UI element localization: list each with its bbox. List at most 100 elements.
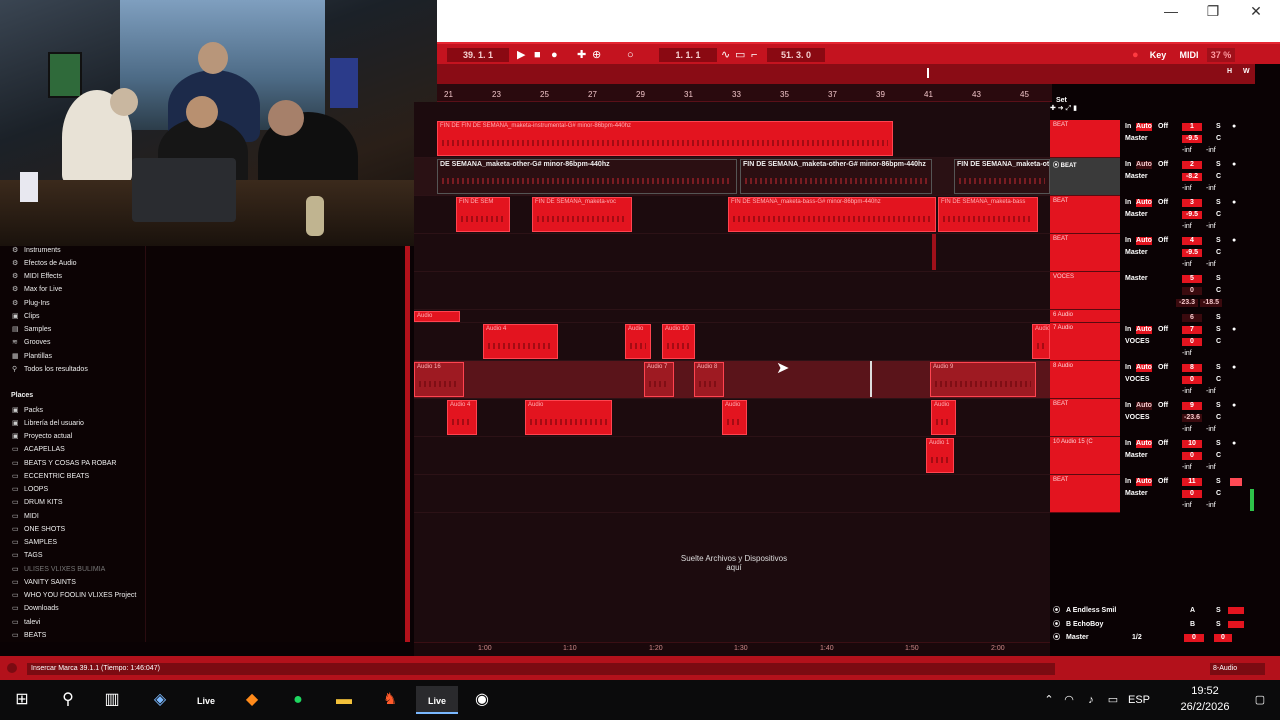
automation-icon[interactable]: ⊕	[592, 48, 601, 62]
track-header[interactable]: ⦿ BEAT	[1050, 158, 1120, 196]
task-view-icon[interactable]: ▥	[96, 686, 128, 714]
audio-clip[interactable]: Audio	[1032, 324, 1050, 359]
volume-field[interactable]: -23.6	[1182, 414, 1202, 422]
return-fold-icon[interactable]: ⦿	[1053, 618, 1060, 631]
output-routing[interactable]: Master	[1125, 211, 1148, 218]
volume-field[interactable]: 0	[1182, 338, 1202, 346]
track-activator[interactable]: 4	[1182, 237, 1202, 245]
clock-date[interactable]: 26/2/2026	[1170, 701, 1240, 713]
overview-h[interactable]: H	[1227, 68, 1232, 75]
solo-button[interactable]: S	[1216, 161, 1221, 168]
pan-field[interactable]: C	[1216, 490, 1221, 497]
track-lane[interactable]	[414, 234, 1050, 272]
overview-w[interactable]: W	[1243, 68, 1250, 75]
copilot-icon[interactable]: ◈	[144, 686, 176, 714]
pan-field[interactable]: C	[1216, 173, 1221, 180]
place-item[interactable]: ▭ Downloads	[12, 604, 59, 612]
place-item[interactable]: ▣ Librería del usuario	[12, 419, 84, 427]
audio-clip[interactable]: Audio	[414, 311, 460, 322]
track-lane[interactable]: Audio 4 Audio Audio Audio	[414, 399, 1050, 437]
arrangement-overview[interactable]: H W	[437, 64, 1255, 84]
input-off-button[interactable]: Off	[1158, 237, 1168, 244]
track-lane[interactable]: FIN DE FIN DE SEMANA_maketa-instrumental…	[414, 120, 1050, 158]
output-routing[interactable]: VOCES	[1125, 376, 1150, 383]
notifications-icon[interactable]: ▢	[1248, 680, 1272, 720]
minimize-button[interactable]: —	[1149, 0, 1193, 22]
output-routing[interactable]: Master	[1125, 490, 1148, 497]
track-lane[interactable]: Audio	[414, 310, 1050, 323]
browser-category-max-for-live[interactable]: ⚙ Max for Live	[12, 285, 62, 293]
record-icon[interactable]: ●	[551, 48, 558, 62]
input-auto-button[interactable]: Auto	[1136, 237, 1152, 245]
input-in-button[interactable]: In	[1125, 364, 1131, 371]
output-routing[interactable]: Master	[1125, 452, 1148, 459]
close-button[interactable]: ✕	[1234, 0, 1278, 22]
volume-field[interactable]: 0	[1182, 490, 1202, 498]
volume-field[interactable]: -9.5	[1182, 135, 1202, 143]
browser-category-all-results[interactable]: ⚲ Todos los resultados	[12, 365, 88, 373]
output-routing[interactable]: Master	[1125, 275, 1148, 282]
track-lane[interactable]	[414, 272, 1050, 310]
draw-mode-icon[interactable]: ∿	[721, 48, 730, 62]
input-in-button[interactable]: In	[1125, 199, 1131, 206]
pan-field[interactable]: C	[1216, 249, 1221, 256]
clock-time[interactable]: 19:52	[1170, 685, 1240, 697]
input-auto-button[interactable]: Auto	[1136, 402, 1152, 410]
input-auto-button[interactable]: Auto	[1136, 199, 1152, 207]
audio-clip[interactable]: Audio	[931, 400, 956, 435]
solo-button[interactable]: S	[1216, 478, 1221, 485]
input-off-button[interactable]: Off	[1158, 326, 1168, 333]
loop-start[interactable]: 1. 1. 1	[659, 48, 717, 62]
input-off-button[interactable]: Off	[1158, 199, 1168, 206]
envelope-icon[interactable]: ⌐	[751, 48, 757, 62]
search-icon[interactable]: ⚲	[52, 686, 84, 714]
audio-clip[interactable]: FIN DE SEMANA_maketa-ot	[954, 159, 1050, 194]
browser-category-grooves[interactable]: ≋ Grooves	[12, 338, 50, 346]
place-item[interactable]: ▭ VANITY SAINTS	[12, 578, 76, 586]
browser-category-clips[interactable]: ▣ Clips	[12, 312, 40, 320]
input-in-button[interactable]: In	[1125, 161, 1131, 168]
track-lane[interactable]: Audio 4 Audio Audio 10 Audio	[414, 323, 1050, 361]
track-activator[interactable]: 1	[1182, 123, 1202, 131]
place-item[interactable]: ▭ BEATS Y COSAS PA ROBAR	[12, 459, 116, 467]
output-routing[interactable]: Master	[1125, 173, 1148, 180]
arm-icon[interactable]: ●	[1232, 326, 1236, 333]
track-header[interactable]: 6 Audio	[1050, 310, 1120, 323]
play-icon[interactable]: ▶	[517, 48, 525, 62]
track-header[interactable]: BEAT	[1050, 399, 1120, 437]
track-header[interactable]: BEAT	[1050, 120, 1120, 158]
audio-clip[interactable]: FIN DE FIN DE SEMANA_maketa-instrumental…	[437, 121, 893, 156]
master-fold-icon[interactable]: ⦿	[1053, 631, 1060, 644]
track-header[interactable]: BEAT	[1050, 196, 1120, 234]
tray-overflow-icon[interactable]: ⌃	[1040, 680, 1058, 720]
track-activator[interactable]: 7	[1182, 326, 1202, 334]
audio-clip[interactable]: Audio 4	[447, 400, 477, 435]
arm-button[interactable]	[1230, 478, 1242, 486]
track-lane[interactable]: DE SEMANA_maketa-other-G# minor-86bpm-44…	[414, 158, 1050, 196]
input-in-button[interactable]: In	[1125, 478, 1131, 485]
place-item[interactable]: ▭ WHO YOU FOOLIN VLIXES Project	[12, 591, 136, 599]
solo-button[interactable]: S	[1216, 314, 1221, 321]
input-in-button[interactable]: In	[1125, 326, 1131, 333]
browser-category-midi-effects[interactable]: ⚙ MIDI Effects	[12, 272, 62, 280]
wifi-icon[interactable]: ◠	[1060, 680, 1078, 720]
track-activator[interactable]: 2	[1182, 161, 1202, 169]
place-item[interactable]: ▣ Packs	[12, 406, 43, 414]
song-position[interactable]: 39. 1. 1	[447, 48, 509, 62]
midi-button[interactable]: MIDI	[1175, 48, 1203, 62]
input-auto-button[interactable]: Auto	[1136, 123, 1152, 131]
battery-icon[interactable]: ▭	[1104, 680, 1122, 720]
fl-studio-icon[interactable]: ◆	[236, 686, 268, 714]
audio-clip[interactable]: Audio	[722, 400, 747, 435]
track-header[interactable]: BEAT	[1050, 475, 1120, 513]
browser-category-plugins[interactable]: ⚙ Plug-Ins	[12, 299, 50, 307]
brave-browser-icon[interactable]: ♞	[374, 686, 406, 714]
place-item[interactable]: ▭ ONE SHOTS	[12, 525, 65, 533]
track-lane[interactable]: FIN DE SEM FIN DE SEMANA_maketa-voc FIN …	[414, 196, 1050, 234]
windows-start-icon[interactable]: ⊞	[6, 686, 38, 714]
overdub-icon[interactable]: ✚	[577, 48, 586, 62]
ableton-live-taskbar-button[interactable]: Live	[190, 686, 222, 714]
input-off-button[interactable]: Off	[1158, 440, 1168, 447]
audio-clip[interactable]: Audio 16	[414, 362, 464, 397]
stop-icon[interactable]: ■	[534, 48, 541, 62]
